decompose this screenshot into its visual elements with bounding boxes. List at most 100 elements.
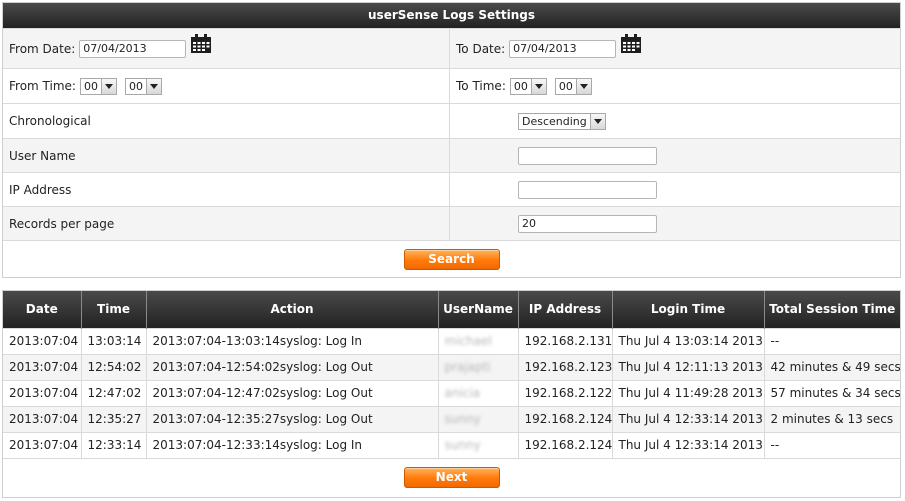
cell-action: 2013:07:04-12:35:27syslog: Log Out	[146, 405, 439, 432]
to-time-label: To Time:	[456, 79, 506, 93]
cell-action: 2013:07:04-12:47:02syslog: Log Out	[146, 379, 439, 406]
cell-session: 57 minutes & 34 secs	[764, 379, 900, 406]
from-minute-select[interactable]: 00	[124, 77, 162, 95]
cell-time: 12:35:27	[81, 405, 147, 432]
cell-login-time: Thu Jul 4 11:49:28 2013	[612, 379, 765, 406]
column-header-action[interactable]: Action	[146, 291, 439, 328]
cell-login-time: Thu Jul 4 12:33:14 2013	[612, 431, 765, 458]
cell-date: 2013:07:04	[3, 327, 82, 354]
cell-username: michael	[438, 327, 519, 354]
cell-action: 2013:07:04-12:33:14syslog: Log In	[146, 431, 439, 458]
to-minute-value: 00	[558, 79, 573, 93]
cell-session: 2 minutes & 13 secs	[764, 405, 900, 432]
username-blurred: sunny	[444, 412, 481, 426]
cell-time: 12:54:02	[81, 353, 147, 380]
table-row: 2013:07:04 12:54:02 2013:07:04-12:54:02s…	[3, 353, 900, 380]
username-blurred: michael	[444, 334, 492, 348]
username-blurred: sunny	[444, 438, 481, 453]
from-date-label: From Date:	[9, 41, 76, 56]
cell-date: 2013:07:04	[3, 431, 82, 458]
cell-session: --	[764, 327, 900, 354]
chronological-row: Chronological Descending	[3, 103, 900, 138]
cell-username: anicia	[438, 379, 519, 406]
settings-title: userSense Logs Settings	[3, 3, 900, 28]
to-time-cell: To Time: 00 00	[450, 69, 900, 103]
column-header-login-time[interactable]: Login Time	[612, 291, 765, 328]
chronological-select[interactable]: Descending	[518, 112, 606, 130]
cell-date: 2013:07:04	[3, 405, 82, 432]
search-row: Search	[3, 240, 900, 277]
from-minute-value: 00	[128, 79, 143, 93]
records-per-page-input[interactable]	[518, 214, 657, 233]
to-date-input[interactable]	[509, 39, 617, 58]
cell-ip: 192.168.2.122	[518, 379, 613, 406]
cell-action: 2013:07:04-12:54:02syslog: Log Out	[146, 353, 439, 380]
ip-address-label-cell: IP Address	[3, 173, 450, 206]
user-name-value-cell	[450, 139, 900, 172]
chevron-down-icon	[575, 78, 591, 94]
cell-time: 12:33:14	[81, 431, 147, 458]
from-time-cell: From Time: 00 00	[3, 69, 450, 103]
column-header-total-session-time[interactable]: Total Session Time	[764, 291, 900, 328]
username-blurred: anicia	[444, 386, 481, 400]
calendar-icon[interactable]	[190, 33, 212, 54]
to-date-cell: To Date:	[450, 29, 900, 68]
to-hour-value: 00	[513, 79, 528, 93]
chronological-value: Descending	[522, 114, 587, 128]
ip-address-row: IP Address	[3, 172, 900, 206]
username-blurred: prajapti	[444, 360, 491, 374]
pagination-row: Next	[3, 458, 900, 495]
cell-session: --	[764, 431, 900, 458]
cell-username: sunny	[438, 431, 519, 458]
ip-address-label: IP Address	[9, 182, 72, 197]
table-row: 2013:07:04 13:03:14 2013:07:04-13:03:14s…	[3, 327, 900, 354]
to-date-label: To Date:	[456, 41, 506, 56]
date-row: From Date: To Date:	[3, 28, 900, 68]
records-label-cell: Records per page	[3, 207, 450, 240]
column-header-date[interactable]: Date	[3, 291, 82, 328]
calendar-icon[interactable]	[620, 33, 642, 54]
cell-login-time: Thu Jul 4 12:11:13 2013	[612, 353, 765, 380]
records-value-cell	[450, 207, 900, 240]
chevron-down-icon	[100, 78, 116, 94]
cell-time: 12:47:02	[81, 379, 147, 406]
from-time-label: From Time:	[9, 79, 76, 93]
from-hour-select[interactable]: 00	[79, 77, 117, 95]
records-label: Records per page	[9, 216, 115, 231]
ip-address-input[interactable]	[518, 180, 657, 199]
chevron-down-icon	[530, 78, 546, 94]
to-minute-select[interactable]: 00	[554, 77, 592, 95]
column-header-time[interactable]: Time	[81, 291, 147, 328]
cell-ip: 192.168.2.124	[518, 431, 613, 458]
chronological-label: Chronological	[9, 114, 91, 128]
logs-results-panel: Date Time Action UserName IP Address Log…	[2, 290, 901, 498]
logs-table: Date Time Action UserName IP Address Log…	[3, 291, 900, 458]
cell-ip: 192.168.2.124	[518, 405, 613, 432]
column-header-username[interactable]: UserName	[438, 291, 519, 328]
cell-username: prajapti	[438, 353, 519, 380]
table-row: 2013:07:04 12:33:14 2013:07:04-12:33:14s…	[3, 431, 900, 458]
chevron-down-icon	[145, 78, 161, 94]
from-date-cell: From Date:	[3, 29, 450, 68]
cell-session: 42 minutes & 49 secs	[764, 353, 900, 380]
table-row: 2013:07:04 12:47:02 2013:07:04-12:47:02s…	[3, 379, 900, 406]
chronological-value-cell: Descending	[450, 104, 900, 138]
from-date-input[interactable]	[79, 39, 187, 58]
cell-time: 13:03:14	[81, 327, 147, 354]
next-button[interactable]: Next	[403, 466, 500, 488]
cell-ip: 192.168.2.123	[518, 353, 613, 380]
cell-date: 2013:07:04	[3, 379, 82, 406]
logs-settings-panel: userSense Logs Settings From Date: To Da…	[2, 2, 901, 278]
chronological-label-cell: Chronological	[3, 104, 450, 138]
time-row: From Time: 00 00 To Time: 00 00	[3, 68, 900, 103]
user-name-label-cell: User Name	[3, 139, 450, 172]
cell-date: 2013:07:04	[3, 353, 82, 380]
chevron-down-icon	[589, 113, 605, 129]
cell-action: 2013:07:04-13:03:14syslog: Log In	[146, 327, 439, 354]
to-hour-select[interactable]: 00	[509, 77, 547, 95]
table-header-row: Date Time Action UserName IP Address Log…	[3, 291, 900, 328]
user-name-input[interactable]	[518, 146, 657, 165]
search-button[interactable]: Search	[403, 248, 500, 270]
cell-login-time: Thu Jul 4 12:33:14 2013	[612, 405, 765, 432]
column-header-ip-address[interactable]: IP Address	[518, 291, 613, 328]
